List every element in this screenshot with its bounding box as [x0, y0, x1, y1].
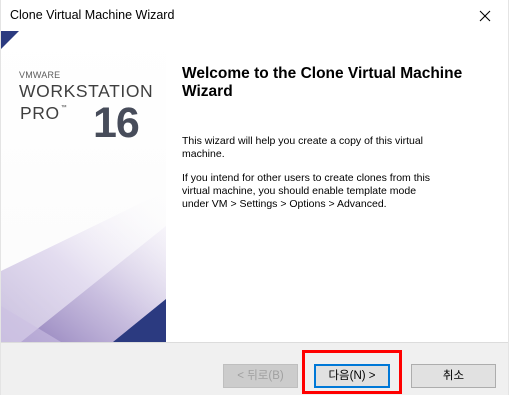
button-bar: < 뒤로(B) 다음(N) > 취소	[1, 342, 508, 395]
trademark-symbol: ™	[60, 105, 68, 111]
title-bar: Clone Virtual Machine Wizard	[1, 0, 508, 31]
product-edition: PRO™	[20, 103, 68, 123]
wizard-description: This wizard will help you create a copy …	[182, 135, 424, 160]
vendor-logo-text: VMWARE	[19, 70, 61, 80]
template-mode-hint: If you intend for other users to create …	[182, 172, 431, 210]
close-icon	[479, 10, 491, 22]
cancel-button[interactable]: 취소	[411, 364, 496, 388]
product-version: 16	[93, 99, 140, 147]
next-button-highlight	[302, 350, 402, 394]
wizard-heading: Welcome to the Clone Virtual Machine Wiz…	[182, 65, 463, 100]
back-button[interactable]: < 뒤로(B)	[223, 364, 298, 388]
window-title: Clone Virtual Machine Wizard	[10, 8, 175, 22]
close-button[interactable]	[462, 0, 508, 31]
product-banner: VMWARE WORKSTATION PRO™ 16	[1, 31, 166, 342]
clone-vm-wizard-window: Clone Virtual Machine Wizard VMWARE WORK…	[0, 0, 509, 395]
